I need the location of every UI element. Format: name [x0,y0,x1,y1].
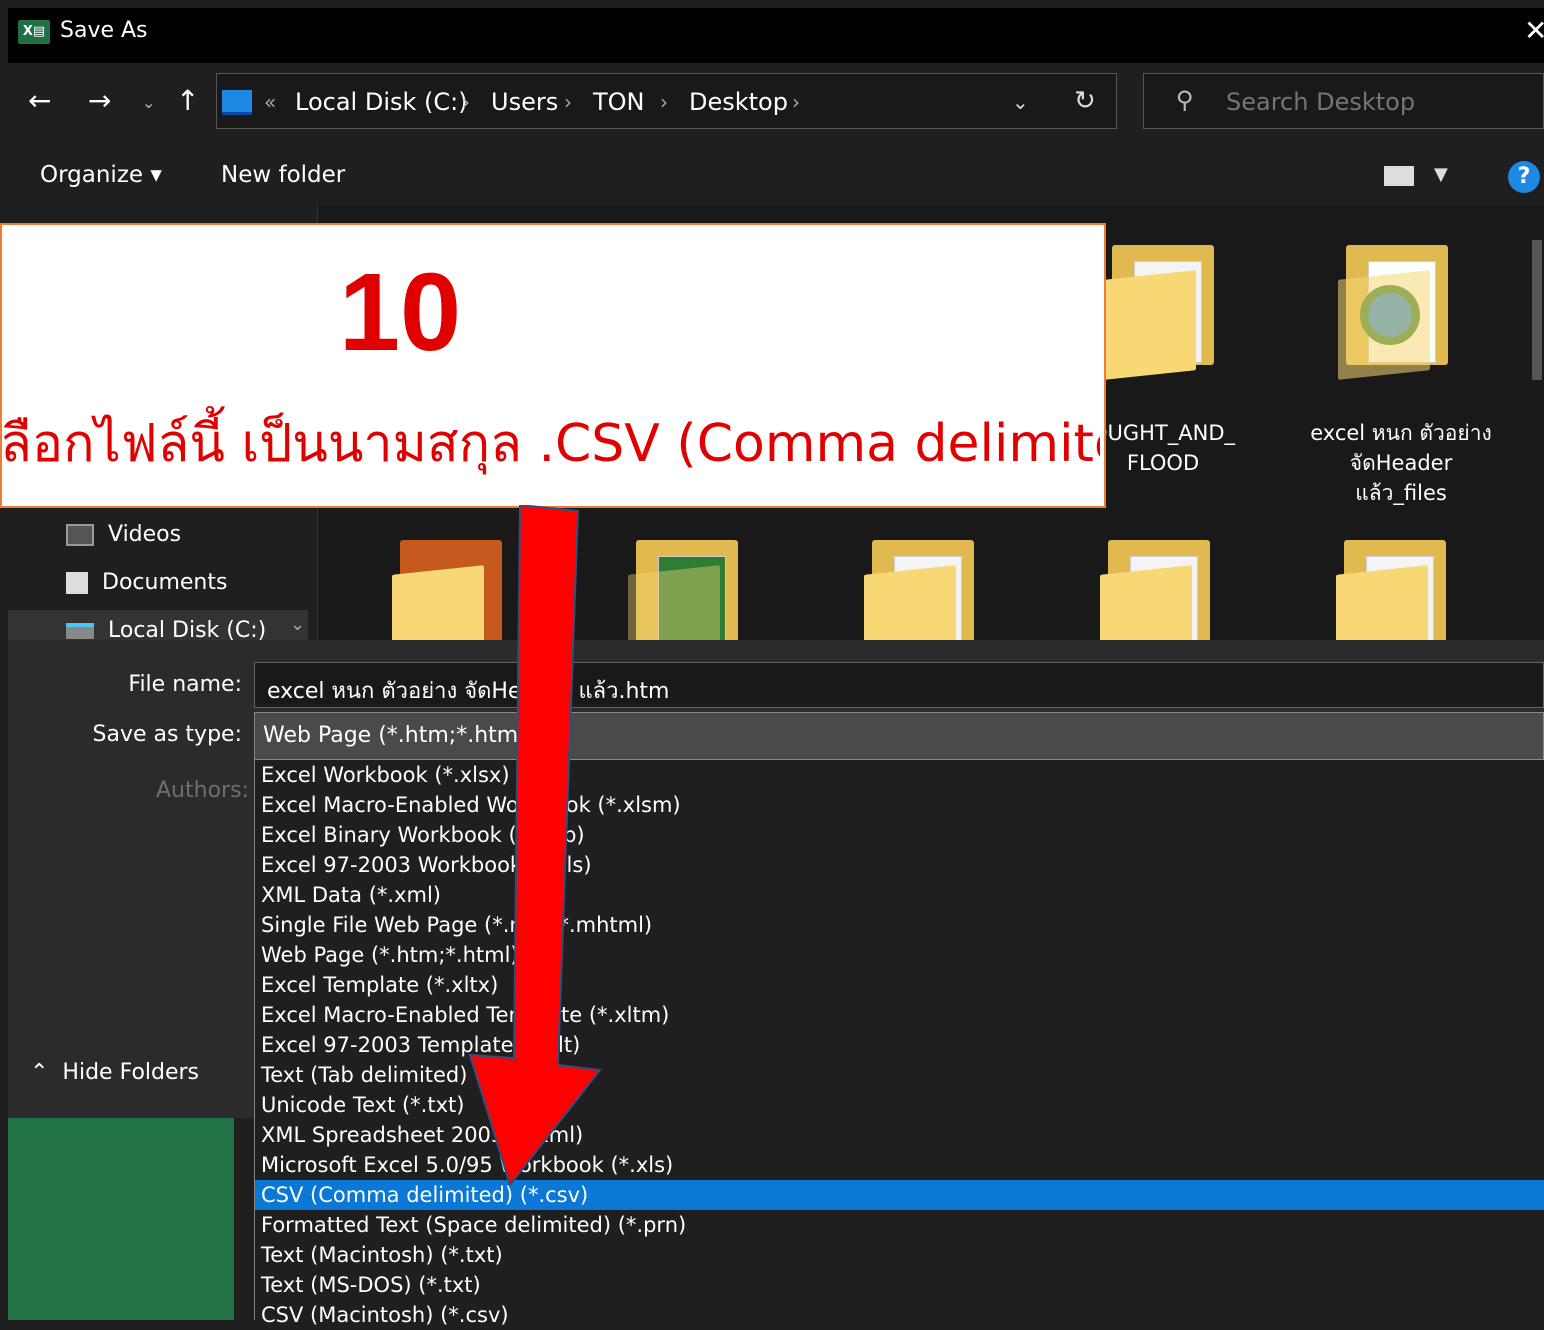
drive-icon [66,623,94,639]
excel-icon: X▤ [18,20,50,44]
back-icon[interactable]: ← [28,84,51,117]
breadcrumb-overflow[interactable]: « [264,90,276,114]
forward-icon[interactable]: → [88,84,111,117]
breadcrumb-ton[interactable]: TON [593,88,645,116]
breadcrumb-separator[interactable]: › [792,90,800,114]
window-title: Save As [60,18,148,43]
breadcrumb-separator[interactable]: › [462,90,470,114]
hide-folders-label: Hide Folders [62,1060,200,1085]
nav-item-documents[interactable]: Documents [66,570,227,595]
chevron-down-icon[interactable]: ⌄ [290,614,305,635]
title-bar [8,8,1544,63]
excel-background [8,1118,234,1320]
computer-icon [222,90,252,115]
documents-icon [66,572,88,594]
folder-icon[interactable] [864,540,984,640]
save-type-label: Save as type: [92,722,243,747]
chevron-up-icon: ⌃ [30,1060,63,1085]
nav-item-label: Videos [108,522,182,547]
organize-button[interactable]: Organize ▾ [40,162,162,188]
type-option[interactable]: Text (MS-DOS) (*.txt) [255,1270,1544,1300]
folder-icon[interactable] [1336,540,1456,640]
folder-icon[interactable] [1100,540,1220,640]
folder-label[interactable]: excel หนก ตัวอย่าง จัดHeader แล้ว_files [1286,418,1516,508]
nav-item-label: Documents [102,570,228,595]
breadcrumb-separator[interactable]: › [660,90,668,114]
search-input[interactable] [1226,88,1526,116]
red-arrow-annotation [468,505,602,1185]
breadcrumb-users[interactable]: Users [491,88,558,116]
videos-icon [66,524,94,546]
scrollbar[interactable] [1532,240,1542,380]
folder-icon[interactable] [628,540,748,640]
file-name-label: File name: [128,672,242,697]
close-icon[interactable]: ✕ [1524,14,1544,47]
recent-locations-icon[interactable]: ⌄ [142,93,155,112]
authors-label: Authors: [156,778,249,803]
folder-icon[interactable] [1104,245,1224,380]
up-icon[interactable]: ↑ [176,84,199,117]
search-icon: ⚲ [1176,86,1194,114]
breadcrumb-local-disk[interactable]: Local Disk (C:) [295,88,468,116]
hide-folders-button[interactable]: ⌃ Hide Folders [30,1060,199,1085]
nav-item-videos[interactable]: Videos [66,522,181,547]
type-option[interactable]: CSV (Macintosh) (*.csv) [255,1300,1544,1330]
type-option[interactable]: Formatted Text (Space delimited) (*.prn) [255,1210,1544,1240]
folder-icon[interactable] [1338,245,1458,380]
arrow-shape [468,505,602,1185]
step-number: 10 [338,251,462,374]
caret-down-icon[interactable]: ▼ [1434,164,1448,185]
new-folder-button[interactable]: New folder [221,162,345,188]
breadcrumb-desktop[interactable]: Desktop [689,88,788,116]
chevron-down-icon[interactable]: ⌄ [1012,90,1029,114]
breadcrumb-separator[interactable]: › [564,90,572,114]
refresh-icon[interactable]: ↻ [1074,86,1096,116]
type-option[interactable]: Text (Macintosh) (*.txt) [255,1240,1544,1270]
step-instruction: ลือกไฟล์นี้ เป็นนามสกุล .CSV (Comma deli… [0,414,1100,474]
help-icon[interactable]: ? [1508,161,1540,193]
view-options-icon[interactable] [1384,166,1414,186]
